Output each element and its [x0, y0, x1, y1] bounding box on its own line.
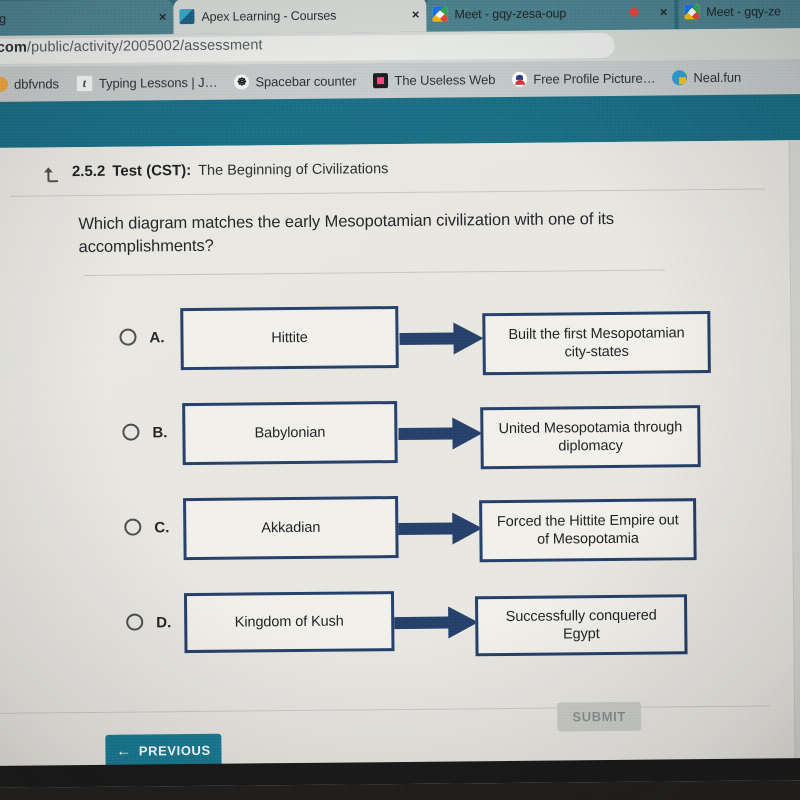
- radio-button-b[interactable]: [122, 423, 140, 441]
- option-c-right-box: Forced the Hittite Empire out of Mesopot…: [479, 498, 697, 563]
- url-path: /public/activity/2005002/assessment: [26, 37, 263, 56]
- activity-type: Test (CST):: [112, 162, 192, 180]
- browser-tab-3[interactable]: Meet - gqy-zesa-oup ×: [426, 0, 675, 32]
- question-text: Which diagram matches the early Mesopota…: [78, 209, 615, 256]
- bookmark-label: The Useless Web: [394, 72, 496, 89]
- option-letter-b: B.: [152, 424, 168, 442]
- bookmark-label: dbfvnds: [13, 76, 59, 92]
- tab-recording-indicator-icon: [629, 7, 639, 17]
- bookmark-typing-lessons[interactable]: t Typing Lessons | J…: [75, 74, 218, 93]
- browser-tab-4[interactable]: Meet - gqy-ze: [678, 0, 800, 30]
- footer-divider: [0, 705, 771, 714]
- radio-button-d[interactable]: [126, 613, 144, 631]
- bookmark-the-useless-web[interactable]: The Useless Web: [373, 72, 496, 89]
- option-b-right-box: United Mesopotamia through diplomacy: [480, 405, 701, 470]
- bookmark-spacebar-counter[interactable]: ☸ Spacebar counter: [234, 73, 357, 90]
- bookmark-label: Spacebar counter: [255, 73, 357, 90]
- option-b-left-box-text: Babylonian: [254, 424, 326, 442]
- right-arrow-icon: [398, 512, 483, 545]
- apex-header-band: [0, 94, 800, 148]
- option-d-right-box-text: Successfully conquered Egypt: [505, 607, 657, 643]
- tab-close-icon[interactable]: ×: [412, 7, 420, 22]
- option-d-left-box: Kingdom of Kush: [183, 591, 395, 654]
- right-arrow-icon: [394, 606, 479, 639]
- browser-tab-1[interactable]: Learning ×: [0, 0, 174, 37]
- radio-button-c[interactable]: [124, 518, 142, 536]
- option-a-left-box: Hittite: [180, 306, 399, 371]
- option-c-right-box-text: Forced the Hittite Empire out of Mesopot…: [496, 512, 679, 548]
- profile-picture-favicon-icon: [512, 71, 528, 87]
- answer-option-b[interactable]: B. Babylonian United Mesopotamia through…: [0, 385, 800, 488]
- bookmark-neal-fun[interactable]: Neal.fun: [672, 70, 741, 86]
- option-letter-a: A.: [149, 329, 165, 347]
- up-arrow-corner-icon: [44, 167, 58, 183]
- option-a-right-box: Built the first Mesopotamian city-states: [482, 311, 711, 376]
- photographed-screen: Learning × Apex Learning - Courses × Mee…: [0, 0, 800, 800]
- option-d-left-box-text: Kingdom of Kush: [234, 613, 344, 631]
- typing-club-favicon-icon: t: [75, 74, 93, 93]
- answer-option-a[interactable]: A. Hittite Built the first Mesopotamian …: [0, 290, 800, 393]
- previous-button[interactable]: ← PREVIOUS: [105, 733, 222, 768]
- option-b-right-box-text: United Mesopotamia through diplomacy: [498, 419, 683, 455]
- option-a-left-box-text: Hittite: [271, 329, 308, 347]
- previous-button-label: PREVIOUS: [138, 742, 211, 759]
- radio-button-a[interactable]: [119, 328, 137, 346]
- browser-tab-title: Apex Learning - Courses: [201, 8, 337, 24]
- activity-number: 2.5.2: [71, 162, 106, 181]
- google-meet-favicon-icon: [684, 4, 700, 20]
- right-arrow-icon: [399, 322, 484, 355]
- tab-close-icon[interactable]: ×: [660, 4, 668, 19]
- url-domain: .com: [0, 39, 28, 56]
- activity-name: The Beginning of Civilizations: [198, 161, 389, 179]
- bookmark-free-profile-picture[interactable]: Free Profile Picture…: [512, 70, 656, 87]
- option-letter-d: D.: [156, 614, 172, 632]
- question-divider: [84, 269, 665, 277]
- browser-tab-title: Learning: [0, 11, 6, 26]
- bookmark-label: Neal.fun: [693, 69, 742, 86]
- spacebar-counter-favicon-icon: ☸: [234, 74, 250, 90]
- apex-favicon-icon: [179, 8, 195, 25]
- bookmark-label: Typing Lessons | J…: [98, 74, 218, 91]
- option-a-right-box-text: Built the first Mesopotamian city-states: [508, 325, 685, 361]
- left-arrow-icon: ←: [116, 742, 132, 760]
- google-meet-favicon-icon: [432, 6, 448, 22]
- screen-surface: Learning × Apex Learning - Courses × Mee…: [0, 0, 800, 788]
- header-divider: [10, 188, 766, 197]
- orange-circle-favicon-icon: [0, 76, 9, 92]
- useless-web-favicon-icon: [373, 73, 389, 89]
- browser-tab-title: Meet - gqy-zesa-oup: [454, 5, 567, 21]
- assessment-page: 2.5.2 Test (CST): The Beginning of Civil…: [0, 140, 800, 788]
- neal-fun-favicon-icon: [672, 70, 688, 86]
- browser-tab-title: Meet - gqy-ze: [706, 3, 781, 19]
- answer-options-list: A. Hittite Built the first Mesopotamian …: [0, 290, 800, 657]
- option-c-left-box-text: Akkadian: [261, 519, 321, 537]
- answer-option-d[interactable]: D. Kingdom of Kush Successfully conquere…: [0, 575, 800, 678]
- answer-option-c[interactable]: C. Akkadian Forced the Hittite Empire ou…: [0, 480, 800, 583]
- tab-close-icon[interactable]: ×: [159, 9, 167, 24]
- bookmark-label: Free Profile Picture…: [533, 70, 656, 87]
- address-bar-url[interactable]: .com/public/activity/2005002/assessment: [0, 37, 263, 56]
- browser-tab-2[interactable]: Apex Learning - Courses ×: [173, 0, 427, 35]
- option-d-right-box: Successfully conquered Egypt: [474, 594, 688, 657]
- right-arrow-icon: [398, 417, 483, 450]
- option-b-left-box: Babylonian: [182, 401, 398, 466]
- bookmark-dbfvnds[interactable]: dbfvnds: [0, 76, 59, 92]
- activity-header: 2.5.2 Test (CST): The Beginning of Civil…: [42, 160, 389, 183]
- option-letter-c: C.: [154, 519, 170, 537]
- option-c-left-box: Akkadian: [183, 496, 399, 561]
